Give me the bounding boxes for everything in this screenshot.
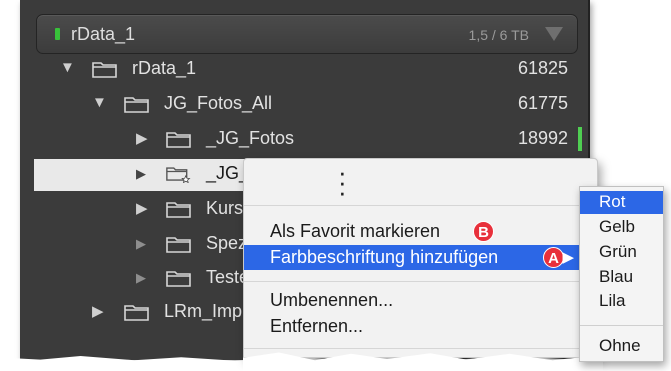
folder-row[interactable]: ▼ rData_1 61825 bbox=[20, 54, 588, 86]
color-option-label: Grün bbox=[599, 242, 637, 261]
color-option-purple[interactable]: Lila bbox=[580, 290, 663, 313]
menu-separator bbox=[244, 348, 582, 349]
more-options-icon: · · · bbox=[338, 157, 347, 207]
disclosure-collapsed-icon[interactable]: ▶ bbox=[136, 166, 146, 182]
folder-count: 61825 bbox=[517, 58, 568, 78]
folder-label: _JG_Fotos bbox=[206, 128, 295, 148]
folder-label: LRm_Imp bbox=[164, 301, 243, 321]
menu-item-add-color-label[interactable]: Farbbeschriftung hinzufügen A ▶ bbox=[244, 245, 582, 270]
callout-badge: A bbox=[543, 247, 564, 268]
menu-item-add-favorite[interactable]: Als Favorit markieren B bbox=[244, 219, 582, 244]
folder-icon bbox=[166, 271, 191, 287]
disclosure-collapsed-icon[interactable]: ▶ bbox=[136, 236, 146, 252]
folder-count: 18992 bbox=[517, 128, 568, 148]
submenu-arrow-icon: ▶ bbox=[562, 249, 574, 266]
folder-icon bbox=[124, 305, 149, 321]
color-option-label: Lila bbox=[599, 291, 626, 310]
menu-item-remove[interactable]: Entfernen... bbox=[244, 314, 582, 339]
folder-context-menu: · · · Als Favorit markieren B Farbbeschrif… bbox=[243, 158, 598, 358]
folder-icon bbox=[92, 62, 117, 78]
folder-icon bbox=[166, 132, 191, 148]
color-option-label: Blau bbox=[599, 267, 634, 286]
color-option-none[interactable]: Ohne bbox=[580, 335, 663, 358]
folder-count: 61775 bbox=[517, 93, 568, 113]
volume-size: 1,5 / 6 TB bbox=[468, 27, 529, 43]
favorite-folder-icon bbox=[166, 167, 191, 183]
green-color-label-marker bbox=[578, 127, 582, 151]
menu-item-label: Entfernen... bbox=[270, 316, 364, 336]
color-option-label: Ohne bbox=[599, 336, 641, 355]
menu-item-rename[interactable]: Umbenennen... bbox=[244, 288, 582, 313]
menu-separator bbox=[580, 325, 663, 326]
volume-name: rData_1 bbox=[71, 24, 136, 44]
disclosure-collapsed-icon[interactable]: ▶ bbox=[136, 270, 146, 286]
folder-icon bbox=[124, 97, 149, 113]
color-option-yellow[interactable]: Gelb bbox=[580, 216, 663, 239]
color-option-red[interactable]: Rot bbox=[580, 191, 663, 214]
color-option-blue[interactable]: Blau bbox=[580, 266, 663, 289]
folder-label: rData_1 bbox=[132, 58, 197, 78]
volume-status-indicator bbox=[55, 28, 60, 40]
folder-icon bbox=[166, 202, 191, 218]
disclosure-collapsed-icon[interactable]: ▶ bbox=[92, 302, 104, 320]
disclosure-collapsed-icon[interactable]: ▶ bbox=[136, 129, 148, 147]
volume-collapse-icon[interactable] bbox=[545, 27, 563, 41]
menu-item-label: Als Favorit markieren bbox=[270, 221, 441, 241]
color-option-label: Gelb bbox=[599, 217, 635, 236]
disclosure-expanded-icon[interactable]: ▼ bbox=[60, 59, 75, 76]
menu-item-label: Umbenennen... bbox=[270, 290, 394, 310]
color-option-label: Rot bbox=[599, 192, 626, 211]
folder-label: Spez bbox=[206, 233, 248, 253]
menu-separator bbox=[244, 281, 582, 282]
disclosure-expanded-icon[interactable]: ▼ bbox=[92, 94, 107, 111]
disclosure-collapsed-icon[interactable]: ▶ bbox=[136, 199, 148, 217]
folder-icon bbox=[166, 237, 191, 253]
menu-item-label: Farbbeschriftung hinzufügen bbox=[270, 247, 499, 267]
folder-row[interactable]: ▶ _JG_Fotos 18992 bbox=[20, 124, 588, 156]
volume-header[interactable]: rData_1 1,5 / 6 TB bbox=[36, 14, 578, 54]
folder-label: Kurs bbox=[206, 198, 244, 218]
menu-separator bbox=[244, 205, 582, 206]
folder-label: JG_Fotos_All bbox=[164, 93, 273, 113]
callout-badge: B bbox=[473, 221, 494, 242]
color-option-green[interactable]: Grün bbox=[580, 241, 663, 264]
folder-row[interactable]: ▼ JG_Fotos_All 61775 bbox=[20, 89, 588, 121]
color-label-submenu: Rot Gelb Grün Blau Lila Ohne bbox=[579, 186, 664, 362]
